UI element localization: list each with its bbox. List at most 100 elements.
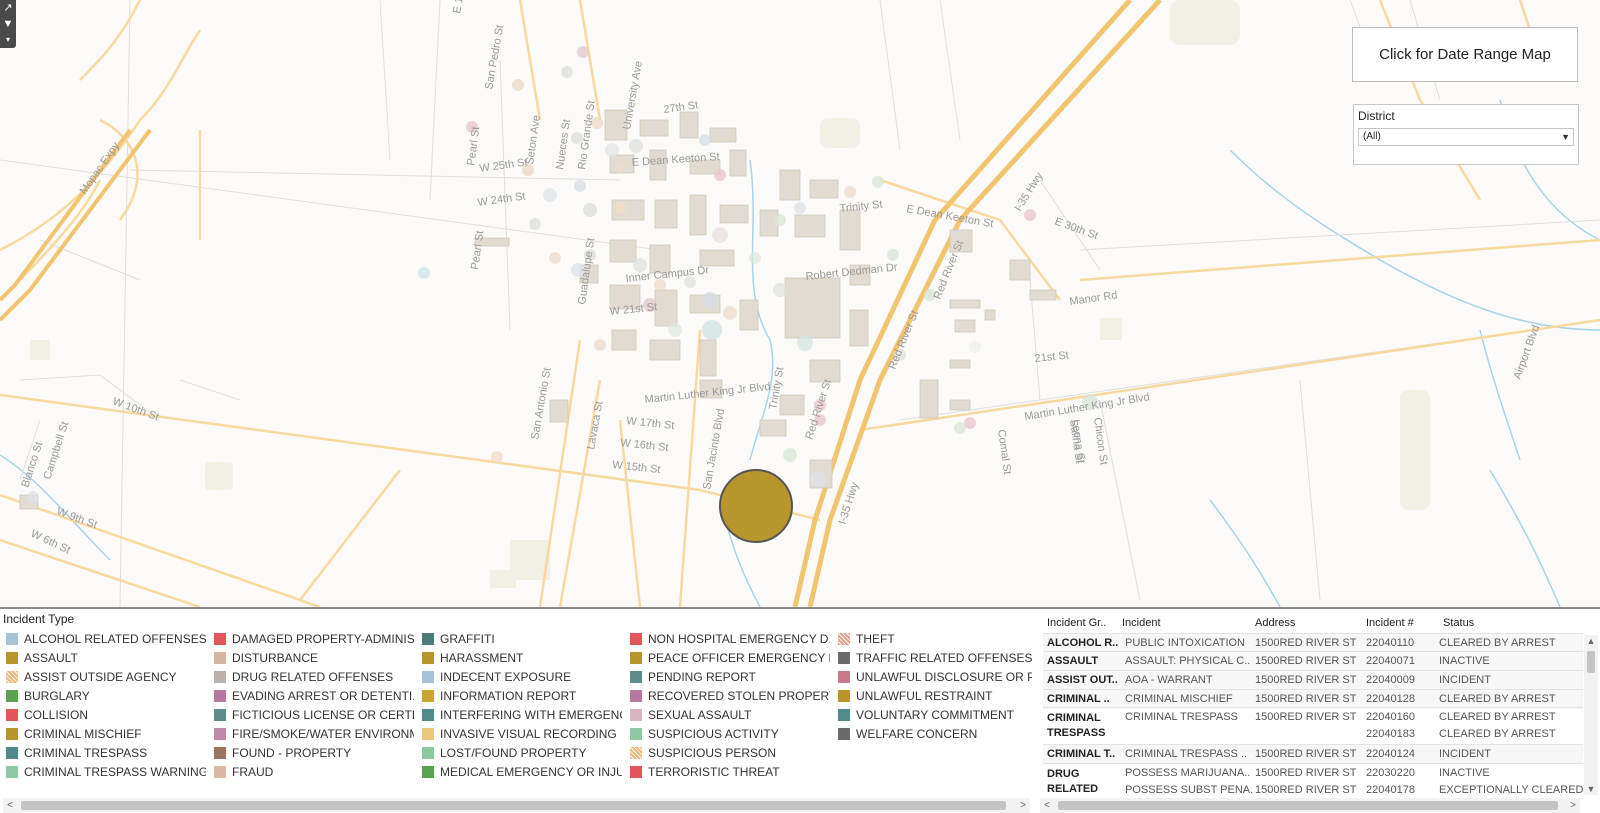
scroll-right-icon[interactable]: > [1016, 798, 1030, 813]
filter-icon[interactable]: ▼ [0, 16, 16, 32]
legend-item[interactable]: DAMAGED PROPERTY-ADMINIS.. [214, 629, 414, 648]
street-label: Comal St [995, 429, 1013, 475]
legend-swatch [6, 632, 18, 645]
table-row[interactable]: CRIMINAL TRESPASS CRIMINAL TRESPASS 1500RE… [1043, 707, 1583, 739]
scrollbar-thumb[interactable] [21, 801, 1006, 810]
legend-item[interactable]: INTERFERING WITH EMERGENC.. [422, 705, 622, 724]
legend-item[interactable]: UNLAWFUL RESTRAINT [838, 686, 1032, 705]
legend-column: GRAFFITI HARASSMENT INDECENT EXPOSURE INFOR… [422, 629, 622, 781]
legend-item[interactable]: CRIMINAL TRESPASS [6, 743, 206, 762]
chevron-down-icon[interactable]: ▼ [1561, 129, 1570, 145]
column-header-address[interactable]: Address [1255, 617, 1295, 629]
legend-item[interactable]: GRAFFITI [422, 629, 622, 648]
legend-item[interactable]: PENDING REPORT [630, 667, 830, 686]
incident-cell: AOA - WARRANT [1125, 674, 1213, 686]
legend-swatch [214, 670, 226, 683]
legend-item[interactable]: ASSAULT [6, 648, 206, 667]
legend-item[interactable]: PEACE OFFICER EMERGENCY D.. [630, 648, 830, 667]
address-cell: 1500RED RIVER ST [1255, 693, 1357, 705]
legend-label: EVADING ARREST OR DETENTI.. [232, 688, 414, 703]
column-header-incident-number[interactable]: Incident # [1366, 617, 1414, 629]
legend-item[interactable]: NON HOSPITAL EMERGENCY D.. [630, 629, 830, 648]
incident-dots[interactable] [27, 46, 1098, 503]
column-header-incident[interactable]: Incident [1122, 617, 1161, 629]
legend-item[interactable]: RECOVERED STOLEN PROPERT.. [630, 686, 830, 705]
legend-label: HARASSMENT [440, 650, 524, 665]
legend-item[interactable]: SUSPICIOUS PERSON [630, 743, 830, 762]
legend-item[interactable]: FOUND - PROPERTY [214, 743, 414, 762]
legend-item[interactable]: FICTICIOUS LICENSE OR CERTI.. [214, 705, 414, 724]
legend-item[interactable]: FRAUD [214, 762, 414, 781]
legend-label: CRIMINAL TRESPASS WARNING [24, 764, 206, 779]
legend-swatch [630, 746, 642, 759]
legend-item[interactable]: FIRE/SMOKE/WATER ENVIRONM.. [214, 724, 414, 743]
legend-item[interactable]: SUSPICIOUS ACTIVITY [630, 724, 830, 743]
address-cell: 1500RED RIVER ST [1255, 674, 1357, 686]
legend-item[interactable]: INDECENT EXPOSURE [422, 667, 622, 686]
legend-item[interactable]: EVADING ARREST OR DETENTI.. [214, 686, 414, 705]
legend-item[interactable]: INVASIVE VISUAL RECORDING [422, 724, 622, 743]
table-row[interactable]: ALCOHOL R.. PUBLIC INTOXICATION 1500RED RI… [1043, 633, 1583, 653]
date-range-map-button[interactable]: Click for Date Range Map [1352, 27, 1578, 82]
district-select[interactable]: (All) ▼ [1358, 128, 1574, 146]
incident-map[interactable]: San Pedro St University Ave 27th St Seto… [0, 0, 1600, 607]
table-row[interactable]: ASSAULT ASSAULT: PHYSICAL C.. 1500RED RIVE… [1043, 651, 1583, 671]
scroll-up-icon[interactable]: ▲ [1584, 635, 1598, 647]
street-label: W 25th St [479, 156, 528, 175]
share-icon[interactable]: ↗ [0, 0, 16, 16]
table-row[interactable]: CRIMINAL .. CRIMINAL MISCHIEF 1500RED RIVE… [1043, 689, 1583, 709]
table-horizontal-scrollbar[interactable]: < > [1040, 798, 1580, 813]
scroll-right-icon[interactable]: > [1566, 798, 1580, 813]
scrollbar-thumb[interactable] [1587, 651, 1595, 673]
table-row[interactable]: CRIMINAL T.. CRIMINAL TRESPASS .. 1500RED … [1043, 744, 1583, 764]
scroll-down-icon[interactable]: ▼ [1584, 783, 1598, 795]
scroll-left-icon[interactable]: < [3, 798, 17, 813]
street-label: W 9th St [55, 506, 99, 532]
map-canvas[interactable]: San Pedro St University Ave 27th St Seto… [0, 0, 1600, 607]
legend-item[interactable]: CRIMINAL TRESPASS WARNING [6, 762, 206, 781]
table-row[interactable]: 22040183 CLEARED BY ARREST [1043, 725, 1583, 744]
legend-column: THEFT TRAFFIC RELATED OFFENSES UNLAWFUL DI… [838, 629, 1032, 743]
table-row[interactable]: ASSIST OUT.. AOA - WARRANT 1500RED RIVER S… [1043, 670, 1583, 690]
legend-item[interactable]: ASSIST OUTSIDE AGENCY [6, 667, 206, 686]
incident-marker-criminal-mischief[interactable] [719, 469, 793, 543]
legend-item[interactable]: HARASSMENT [422, 648, 622, 667]
street-label: Red River St [887, 309, 921, 371]
column-header-status[interactable]: Status [1443, 617, 1474, 629]
street-label: 21st St [1034, 349, 1069, 365]
legend-item[interactable]: MEDICAL EMERGENCY OR INJU.. [422, 762, 622, 781]
legend-horizontal-scrollbar[interactable]: < > [3, 798, 1030, 813]
legend-item[interactable]: SEXUAL ASSAULT [630, 705, 830, 724]
legend-item[interactable]: CRIMINAL MISCHIEF [6, 724, 206, 743]
table-vertical-scrollbar[interactable]: ▲ ▼ [1584, 635, 1598, 795]
legend-label: FOUND - PROPERTY [232, 745, 352, 760]
legend-label: ALCOHOL RELATED OFFENSES [24, 631, 206, 646]
legend-item[interactable]: THEFT [838, 629, 1032, 648]
scroll-left-icon[interactable]: < [1040, 798, 1054, 813]
legend-item[interactable]: BURGLARY [6, 686, 206, 705]
legend-item[interactable]: DISTURBANCE [214, 648, 414, 667]
legend-swatch [6, 651, 18, 664]
scrollbar-thumb[interactable] [1058, 801, 1558, 810]
column-header-incident-group[interactable]: Incident Gr.. [1047, 617, 1106, 629]
legend-item[interactable]: VOLUNTARY COMMITMENT [838, 705, 1032, 724]
legend-item[interactable]: ALCOHOL RELATED OFFENSES [6, 629, 206, 648]
chevron-down-icon[interactable]: ▾ [0, 32, 16, 48]
legend-item[interactable]: DRUG RELATED OFFENSES [214, 667, 414, 686]
incident-number-cell: 22040009 [1366, 674, 1415, 686]
legend-item[interactable]: LOST/FOUND PROPERTY [422, 743, 622, 762]
legend-item[interactable]: UNLAWFUL DISCLOSURE OR PF [838, 667, 1032, 686]
legend-item[interactable]: INFORMATION REPORT [422, 686, 622, 705]
table-row[interactable]: DRUG RELATED POSSESS MARIJUANA.. 1500RED R… [1043, 763, 1583, 795]
legend-item[interactable]: WELFARE CONCERN [838, 724, 1032, 743]
legend-label: PENDING REPORT [648, 669, 756, 684]
incident-number-cell: 22030220 [1366, 767, 1415, 779]
legend-label: SUSPICIOUS ACTIVITY [648, 726, 779, 741]
street-label: San Pedro St [483, 24, 506, 91]
legend-item[interactable]: TRAFFIC RELATED OFFENSES [838, 648, 1032, 667]
legend-swatch [422, 708, 434, 721]
legend-swatch [6, 689, 18, 702]
street-label: Nueces St [554, 118, 573, 170]
legend-item[interactable]: TERRORISTIC THREAT [630, 762, 830, 781]
legend-item[interactable]: COLLISION [6, 705, 206, 724]
